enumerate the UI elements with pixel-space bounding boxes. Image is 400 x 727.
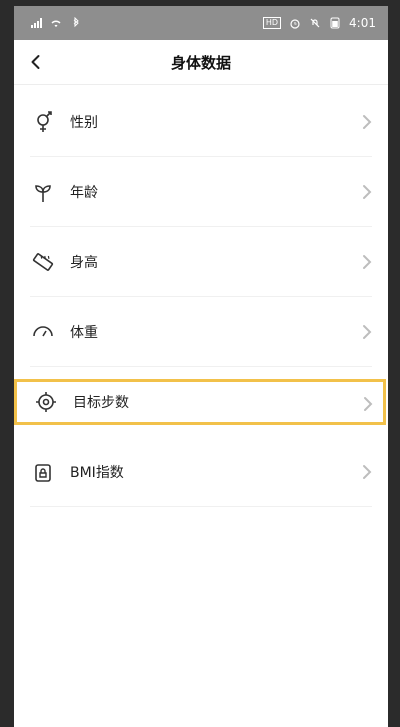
chevron-right-icon	[363, 115, 372, 129]
list-item-bmi[interactable]: BMI指数	[30, 437, 372, 507]
list-item-label: 身高	[70, 254, 98, 271]
empty-content-area	[14, 507, 388, 707]
list-item-height[interactable]: 身高	[30, 227, 372, 297]
bluetooth-icon	[70, 17, 82, 29]
list-item-label: 目标步数	[73, 395, 129, 411]
list-item-label: 体重	[70, 324, 98, 341]
hd-badge: HD	[262, 17, 282, 29]
target-icon	[33, 389, 59, 415]
battery-icon	[329, 17, 341, 29]
list-item-age[interactable]: 年龄	[30, 157, 372, 227]
list-item-label: 年龄	[70, 184, 98, 201]
signal-icon	[30, 17, 42, 29]
gender-icon	[30, 109, 56, 135]
chevron-right-icon	[363, 465, 372, 479]
chevron-left-icon	[31, 55, 40, 69]
wifi-icon	[50, 17, 62, 29]
phone-screen: HD 4:01 身体数据 性别 年龄 身高 体重 目标步数 BMI指数	[14, 6, 388, 727]
list-item-label: 性别	[70, 114, 98, 131]
back-button[interactable]	[22, 48, 50, 76]
page-title: 身体数据	[170, 53, 231, 72]
chevron-right-icon	[363, 325, 372, 339]
chevron-right-icon	[363, 255, 372, 269]
status-bar: HD 4:01	[14, 6, 388, 40]
scale-icon	[30, 319, 56, 345]
settings-list: 性别 年龄 身高 体重 目标步数 BMI指数	[14, 87, 388, 507]
chevron-right-icon	[363, 185, 372, 199]
status-time: 4:01	[349, 16, 376, 30]
list-item-target-steps[interactable]: 目标步数	[14, 379, 386, 425]
list-item-gender[interactable]: 性别	[30, 87, 372, 157]
list-item-weight[interactable]: 体重	[30, 297, 372, 367]
lock-icon	[30, 459, 56, 485]
ruler-icon	[30, 249, 56, 275]
mute-icon	[309, 17, 321, 29]
chevron-right-icon	[364, 397, 373, 411]
list-item-label: BMI指数	[70, 464, 124, 481]
sprout-icon	[30, 179, 56, 205]
alarm-icon	[289, 17, 301, 29]
status-right: HD 4:01	[262, 16, 376, 30]
nav-bar: 身体数据	[14, 40, 388, 85]
status-left	[30, 17, 82, 29]
